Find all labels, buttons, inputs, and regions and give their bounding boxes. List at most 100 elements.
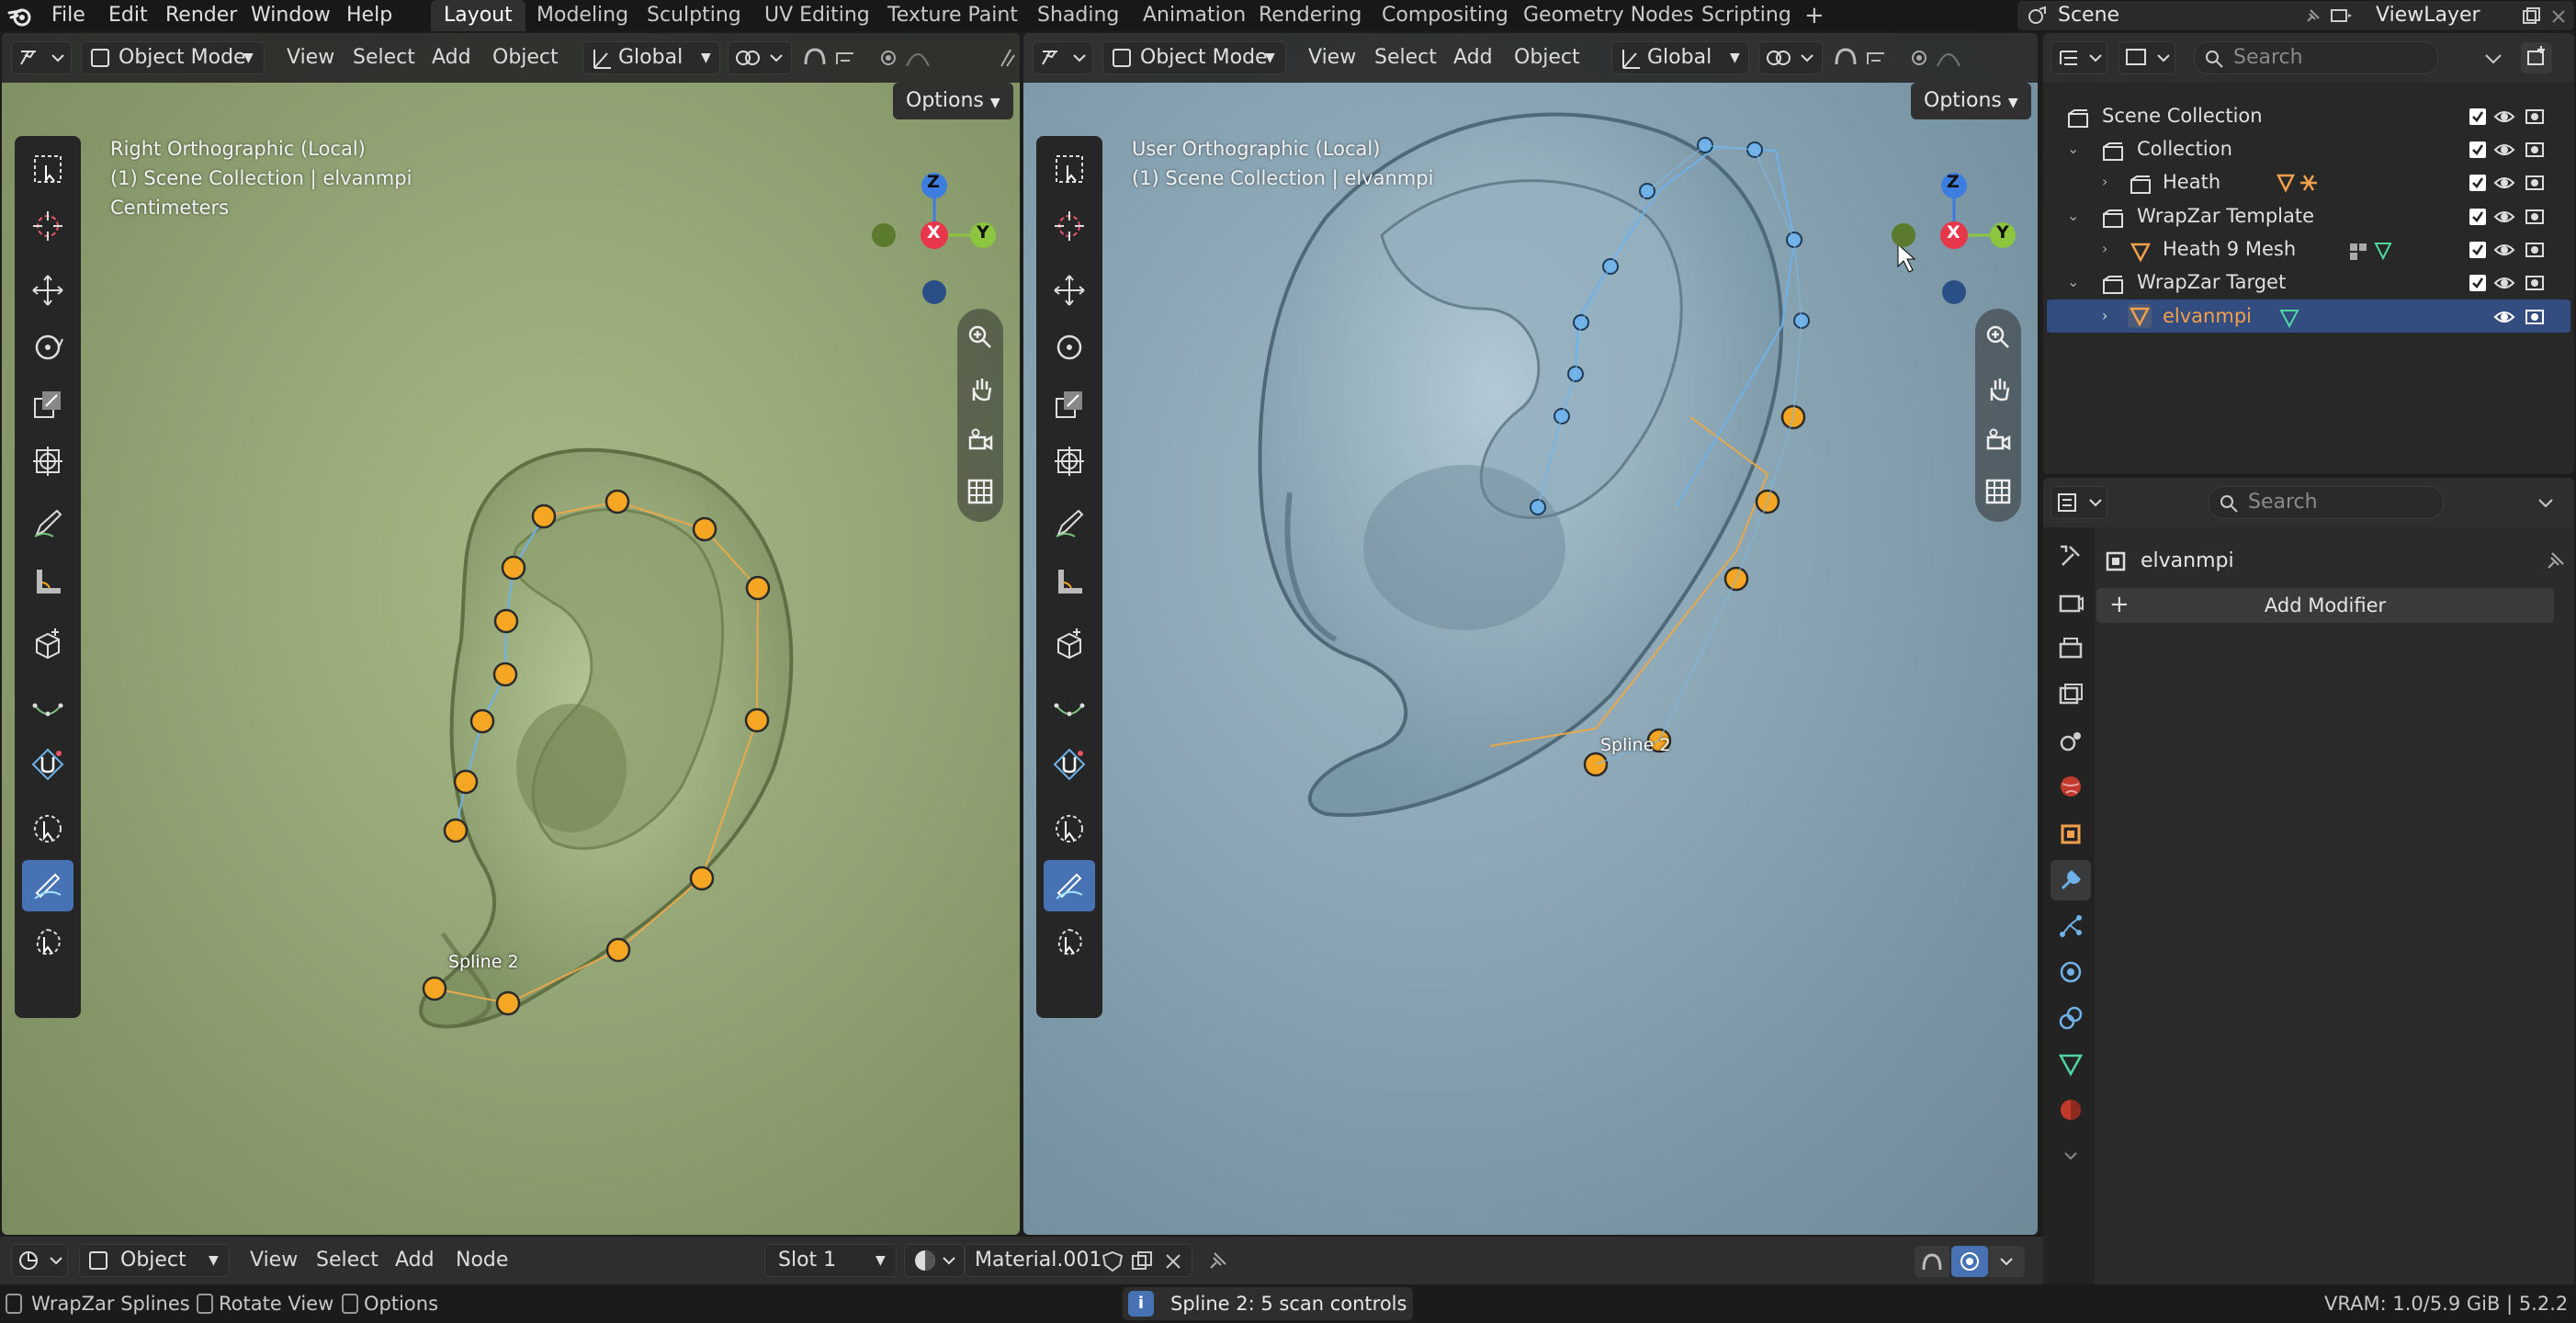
spline-control-point[interactable] [492, 662, 518, 687]
world-tab-icon[interactable] [2051, 766, 2091, 807]
slot-selector[interactable]: Slot 1 ▼ [764, 1244, 897, 1277]
select-lasso-icon[interactable] [22, 917, 73, 968]
menu-edit[interactable]: Edit [108, 3, 148, 28]
editor-type-button[interactable] [11, 1244, 68, 1277]
menu-add[interactable]: Add [386, 1245, 444, 1276]
cursor-icon[interactable] [22, 200, 73, 252]
fake-user-icon[interactable] [1102, 1250, 1124, 1283]
select-box-icon[interactable] [1044, 143, 1095, 195]
physics-tab-icon[interactable] [2051, 952, 2091, 992]
spline-control-point[interactable] [604, 489, 630, 514]
tab-geometry-nodes[interactable]: Geometry Nodes [1510, 0, 1707, 31]
overlays-dropdown[interactable] [1988, 1246, 2025, 1277]
transform-icon[interactable] [1044, 435, 1095, 487]
tab-shading[interactable]: Shading [1024, 0, 1132, 31]
spline-control-point[interactable] [745, 575, 771, 601]
tab-scripting[interactable]: Scripting [1689, 0, 1804, 31]
new-collection-icon[interactable] [2521, 42, 2552, 74]
rotate-icon[interactable] [22, 322, 73, 373]
spline-edit-icon[interactable] [1044, 860, 1095, 911]
object-tab-icon[interactable] [2051, 814, 2091, 854]
options-button[interactable]: Options ▼ [1911, 83, 2031, 119]
spline-control-point[interactable] [605, 937, 631, 963]
cursor-icon[interactable] [1044, 200, 1095, 252]
gizmo-neg-z-axis[interactable] [1942, 280, 1966, 304]
camera-view-icon[interactable] [1975, 417, 2021, 463]
spline-control-point[interactable] [531, 503, 557, 529]
viewport-right[interactable]: Object Mode ▼ View Select Add Object Glo… [1023, 33, 2038, 1235]
viewport-left[interactable]: Object Mode ▼ View Select Add Object Glo… [2, 33, 1020, 1235]
tab-modeling[interactable]: Modeling [524, 0, 641, 31]
select-tweak-icon[interactable] [22, 803, 73, 854]
tab-uv-editing[interactable]: UV Editing [751, 0, 883, 31]
scale-icon[interactable] [22, 379, 73, 430]
spline-control-point[interactable] [501, 555, 526, 581]
tab-animation[interactable]: Animation [1130, 0, 1259, 31]
chevron-down-icon[interactable] [2051, 1136, 2091, 1176]
spline-control-point[interactable] [443, 818, 469, 843]
select-lasso-icon[interactable] [1044, 917, 1095, 968]
add-modifier-button[interactable]: + Add Modifier [2096, 588, 2554, 623]
tab-sculpting[interactable]: Sculpting [634, 0, 754, 31]
scene-tab-icon[interactable] [2051, 720, 2091, 761]
snap-toggle[interactable] [1915, 1246, 1949, 1277]
gizmo-neg-z-axis[interactable] [922, 280, 946, 304]
select-box-icon[interactable] [22, 143, 73, 195]
material-name-field[interactable]: Material.001 [965, 1244, 1192, 1277]
tool-tab-icon[interactable] [2051, 535, 2091, 575]
options-button[interactable]: Options ▼ [893, 83, 1013, 119]
gizmo-neg-y-axis[interactable] [872, 223, 896, 247]
tab-texture-paint[interactable]: Texture Paint [875, 0, 1031, 31]
zoom-icon[interactable] [1975, 314, 2021, 360]
chevron-down-icon[interactable]: ⌄ [2067, 132, 2079, 165]
constraints-tab-icon[interactable] [2051, 998, 2091, 1038]
spline-control-point[interactable] [495, 990, 521, 1016]
material-tab-icon[interactable] [2051, 1090, 2091, 1130]
wrap-tool-icon[interactable] [22, 739, 73, 790]
blender-logo[interactable] [7, 4, 33, 28]
pin-icon[interactable] [1205, 1250, 1229, 1279]
measure-icon[interactable] [22, 555, 73, 606]
chevron-right-icon[interactable]: › [2102, 300, 2107, 333]
properties-search-input[interactable]: Search [2209, 486, 2444, 519]
menu-render[interactable]: Render [165, 3, 237, 28]
hand-icon[interactable] [1975, 366, 2021, 412]
gizmo-neg-y-axis[interactable] [1892, 223, 1915, 247]
outliner-search-input[interactable]: Search [2194, 41, 2438, 74]
data-tab-icon[interactable] [2051, 1044, 2091, 1084]
transform-icon[interactable] [22, 435, 73, 487]
hand-icon[interactable] [957, 366, 1003, 412]
tab-rendering[interactable]: Rendering [1246, 0, 1374, 31]
measure-icon[interactable] [1044, 555, 1095, 606]
chevron-right-icon[interactable]: › [2102, 232, 2107, 266]
camera-view-icon[interactable] [957, 417, 1003, 463]
new-layer-icon[interactable] [2521, 6, 2541, 27]
chevron-down-icon[interactable]: ⌄ [2067, 199, 2079, 232]
grid-icon[interactable] [957, 469, 1003, 514]
close-icon[interactable] [1162, 1250, 1184, 1283]
duplicate-icon[interactable] [1131, 1250, 1153, 1283]
pin-icon[interactable] [2543, 549, 2567, 579]
spline-edit-icon[interactable] [22, 860, 73, 911]
view-layer-selector[interactable]: ViewLayer [2322, 1, 2574, 30]
grid-icon[interactable] [1975, 469, 2021, 514]
menu-view[interactable]: View [241, 1245, 307, 1276]
add-cube-icon[interactable] [22, 617, 73, 669]
wrap-tool-icon[interactable] [1044, 739, 1095, 790]
overlays-toggle[interactable] [1951, 1246, 1988, 1277]
spline-control-point[interactable] [453, 769, 479, 795]
spline-control-point[interactable] [689, 865, 715, 891]
annotate-icon[interactable] [1044, 498, 1095, 549]
view-layer-tab-icon[interactable] [2051, 674, 2091, 715]
curve-draw-icon[interactable] [22, 682, 73, 733]
menu-window[interactable]: Window [251, 3, 331, 28]
editor-type-button[interactable] [2051, 486, 2107, 519]
curve-draw-icon[interactable] [1044, 682, 1095, 733]
move-icon[interactable] [1044, 265, 1095, 316]
scale-icon[interactable] [1044, 379, 1095, 430]
output-tab-icon[interactable] [2051, 628, 2091, 669]
spline-control-point[interactable] [692, 516, 717, 542]
move-icon[interactable] [22, 265, 73, 316]
particles-tab-icon[interactable] [2051, 906, 2091, 946]
menu-node[interactable]: Node [446, 1245, 517, 1276]
